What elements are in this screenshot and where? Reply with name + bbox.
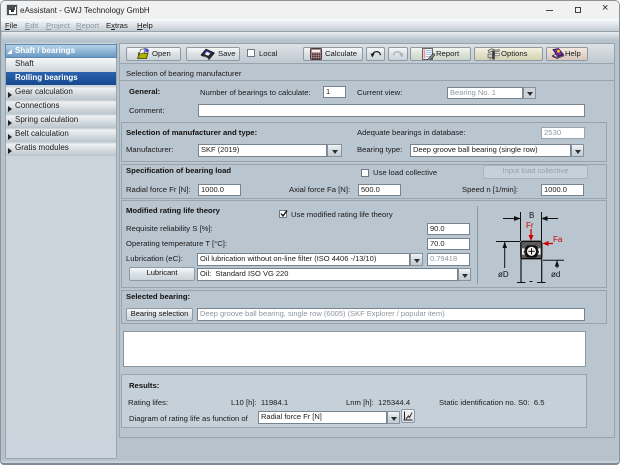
svg-text:ød: ød bbox=[551, 270, 560, 279]
svg-text:øD: øD bbox=[498, 270, 509, 279]
svg-text:Fa: Fa bbox=[553, 235, 563, 244]
svg-text:B: B bbox=[529, 211, 534, 220]
svg-text:Fr: Fr bbox=[526, 221, 534, 230]
